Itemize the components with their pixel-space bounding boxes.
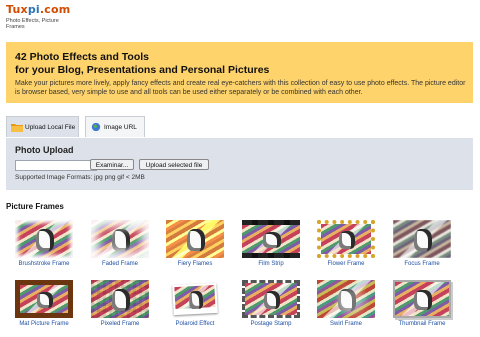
- cat-photo: [414, 290, 432, 310]
- intro-description: Make your pictures more lively, apply fa…: [15, 80, 466, 97]
- frame-thumbnail[interactable]: [166, 220, 224, 258]
- browse-button[interactable]: Examinar...: [90, 159, 134, 170]
- folder-icon: [11, 124, 23, 132]
- cat-photo: [413, 229, 433, 252]
- frame-caption[interactable]: Swirl Frame: [311, 321, 381, 327]
- cat-photo: [35, 229, 55, 252]
- cat-photo: [188, 290, 204, 309]
- logo-word-b: pi: [27, 3, 40, 16]
- frame-caption[interactable]: Faded Frame: [85, 261, 155, 267]
- frame-thumbnail[interactable]: [91, 220, 149, 258]
- frame-caption[interactable]: Film Strip: [236, 261, 306, 267]
- site-logo[interactable]: Tuxpi.com Photo Effects, Picture Frames: [6, 4, 76, 31]
- file-path-field[interactable]: [15, 160, 97, 171]
- frame-caption[interactable]: Pixeled Frame: [85, 321, 155, 327]
- upload-selected-file-button[interactable]: Upload selected file: [139, 159, 209, 170]
- frame-thumbnail[interactable]: [242, 280, 300, 318]
- cat-photo: [186, 229, 206, 252]
- frame-thumbnail[interactable]: [242, 220, 300, 258]
- cat-photo: [339, 231, 355, 249]
- frame-caption[interactable]: Flower Frame: [311, 261, 381, 267]
- frame-caption[interactable]: Focus Frame: [387, 261, 457, 267]
- cat-photo: [111, 289, 131, 312]
- intro-banner: 42 Photo Effects and Tools for your Blog…: [6, 42, 473, 103]
- picture-frames-heading: Picture Frames: [6, 202, 64, 211]
- frame-caption[interactable]: Brushstroke Frame: [9, 261, 79, 267]
- frame-thumbnail[interactable]: [15, 280, 73, 318]
- cat-photo: [337, 289, 357, 312]
- upload-title: Photo Upload: [15, 145, 74, 155]
- frame-caption[interactable]: Mat Picture Frame: [9, 321, 79, 327]
- upload-panel: Photo Upload Examinar... Upload selected…: [6, 138, 473, 190]
- tab-image-url-label: Image URL: [104, 124, 137, 131]
- cat-photo: [37, 291, 53, 308]
- logo-tagline: Photo Effects, Picture Frames: [6, 18, 59, 30]
- supported-formats-note: Supported Image Formats: jpg png gif < 2…: [15, 174, 145, 181]
- frame-caption[interactable]: Thumbnail Frame: [387, 321, 457, 327]
- globe-icon: [91, 122, 101, 132]
- frame-thumbnail[interactable]: [393, 280, 451, 318]
- frame-caption[interactable]: Postage Stamp: [236, 321, 306, 327]
- frame-thumbnail[interactable]: [317, 220, 375, 258]
- frame-thumbnail[interactable]: [317, 280, 375, 318]
- cat-photo: [263, 290, 281, 310]
- tab-image-url[interactable]: Image URL: [85, 116, 145, 137]
- cat-photo: [262, 231, 282, 248]
- frame-thumbnail[interactable]: [393, 220, 451, 258]
- frame-thumbnail[interactable]: [15, 220, 73, 258]
- tab-upload-local-file[interactable]: Upload Local File: [6, 116, 79, 137]
- intro-title: 42 Photo Effects and Tools for your Blog…: [15, 51, 269, 77]
- frame-thumbnail[interactable]: [91, 280, 149, 318]
- intro-title-line2: for your Blog, Presentations and Persona…: [15, 64, 270, 76]
- frame-caption[interactable]: Polaroid Effect: [160, 321, 230, 327]
- cat-photo: [111, 229, 131, 252]
- logo-word-c: .com: [39, 3, 71, 16]
- tab-upload-local-file-label: Upload Local File: [25, 124, 76, 131]
- logo-word-a: Tux: [6, 3, 28, 16]
- intro-title-line1: 42 Photo Effects and Tools: [15, 51, 149, 63]
- frame-caption[interactable]: Fiery Flames: [160, 261, 230, 267]
- logo-wordmark: Tuxpi.com: [6, 4, 76, 16]
- frame-thumbnail[interactable]: [172, 282, 218, 316]
